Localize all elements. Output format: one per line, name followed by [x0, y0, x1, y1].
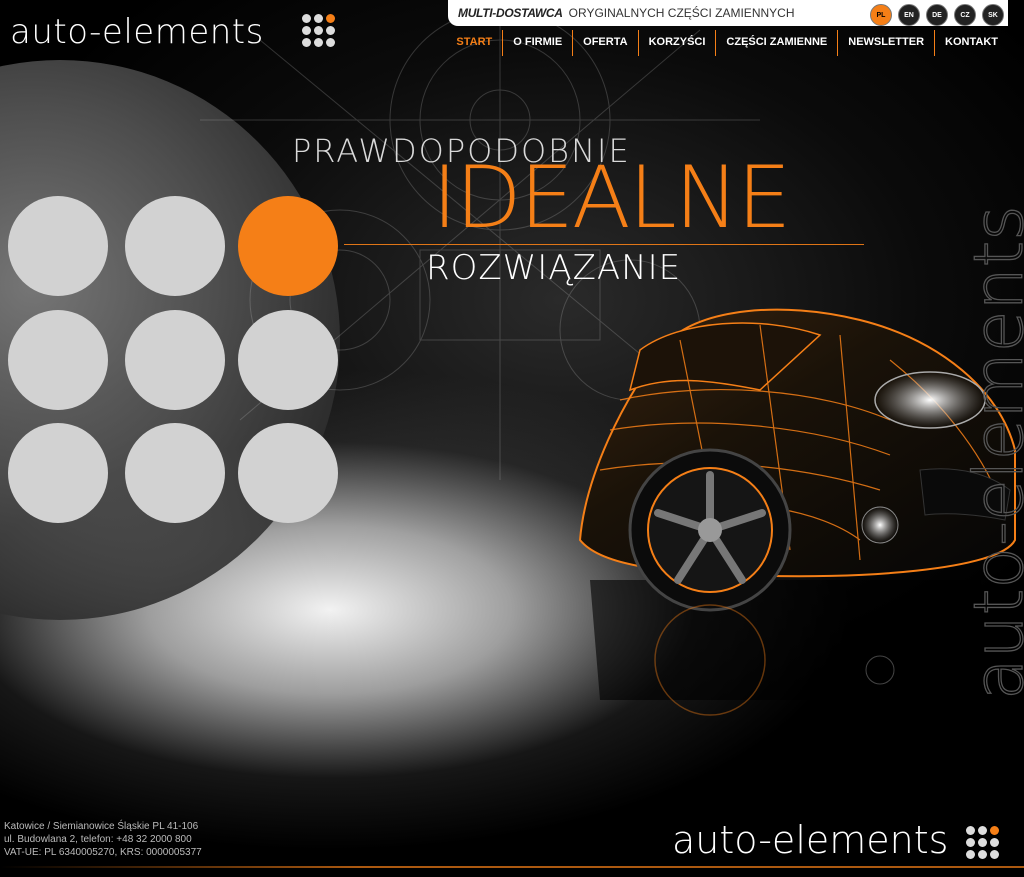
lang-button-cz[interactable]: CZ — [954, 4, 976, 26]
footer-address: Katowice / Siemianowice Śląskie PL 41-10… — [4, 820, 202, 859]
nav-item-o-firmie[interactable]: O FIRMIE — [503, 30, 574, 56]
logo-dots-icon — [302, 14, 335, 47]
address-line: Katowice / Siemianowice Śląskie PL 41-10… — [4, 821, 199, 832]
address-line: VAT-UE: PL 6340005270, KRS: 0000005377 — [4, 847, 202, 858]
dot — [238, 423, 338, 523]
car-image — [578, 308, 1016, 716]
headline-line-3: ROZWIĄZANIE — [426, 248, 682, 288]
dot — [125, 196, 225, 296]
tagline-rest: ORYGINALNYCH CZĘŚCI ZAMIENNYCH — [568, 6, 795, 20]
lang-button-pl[interactable]: PL — [870, 4, 892, 26]
lang-button-sk[interactable]: SK — [982, 4, 1004, 26]
dot — [125, 423, 225, 523]
dot — [238, 310, 338, 410]
logo-text: auto-elements — [10, 12, 264, 52]
headline-divider — [344, 244, 864, 245]
dot — [8, 310, 108, 410]
nav-item-newsletter[interactable]: NEWSLETTER — [838, 30, 936, 56]
nav-item-korzysci[interactable]: KORZYŚCI — [639, 30, 717, 56]
lang-button-en[interactable]: EN — [898, 4, 920, 26]
headline-line-2: IDEALNE — [432, 148, 791, 248]
footer-logo-dots-icon — [966, 826, 999, 859]
dot-orange — [238, 196, 338, 296]
hero-background: auto-elements PRAWDOPODOBNIE IDEALNE ROZ… — [0, 0, 1024, 877]
lang-button-de[interactable]: DE — [926, 4, 948, 26]
tagline: MULTI-DOSTAWCA ORYGINALNYCH CZĘŚCI ZAMIEN… — [458, 6, 794, 20]
nav-item-start[interactable]: START — [446, 30, 504, 56]
dot — [8, 423, 108, 523]
side-logo-watermark: auto-elements — [959, 205, 1024, 701]
dot — [8, 196, 108, 296]
tagline-bold: MULTI-DOSTAWCA — [458, 6, 563, 20]
main-nav: START O FIRMIE OFERTA KORZYŚCI CZĘŚCI ZA… — [446, 30, 1008, 56]
footer-divider — [0, 866, 1024, 868]
site-logo[interactable]: auto-elements — [10, 12, 264, 52]
nav-item-oferta[interactable]: OFERTA — [573, 30, 639, 56]
dot — [125, 310, 225, 410]
nav-item-czesci-zamienne[interactable]: CZĘŚCI ZAMIENNE — [716, 30, 839, 56]
address-line: ul. Budowlana 2, telefon: +48 32 2000 80… — [4, 834, 192, 845]
nav-item-kontakt[interactable]: KONTAKT — [935, 30, 1008, 56]
language-switcher: PL EN DE CZ SK — [870, 4, 1004, 26]
footer-logo: auto-elements — [672, 818, 949, 862]
